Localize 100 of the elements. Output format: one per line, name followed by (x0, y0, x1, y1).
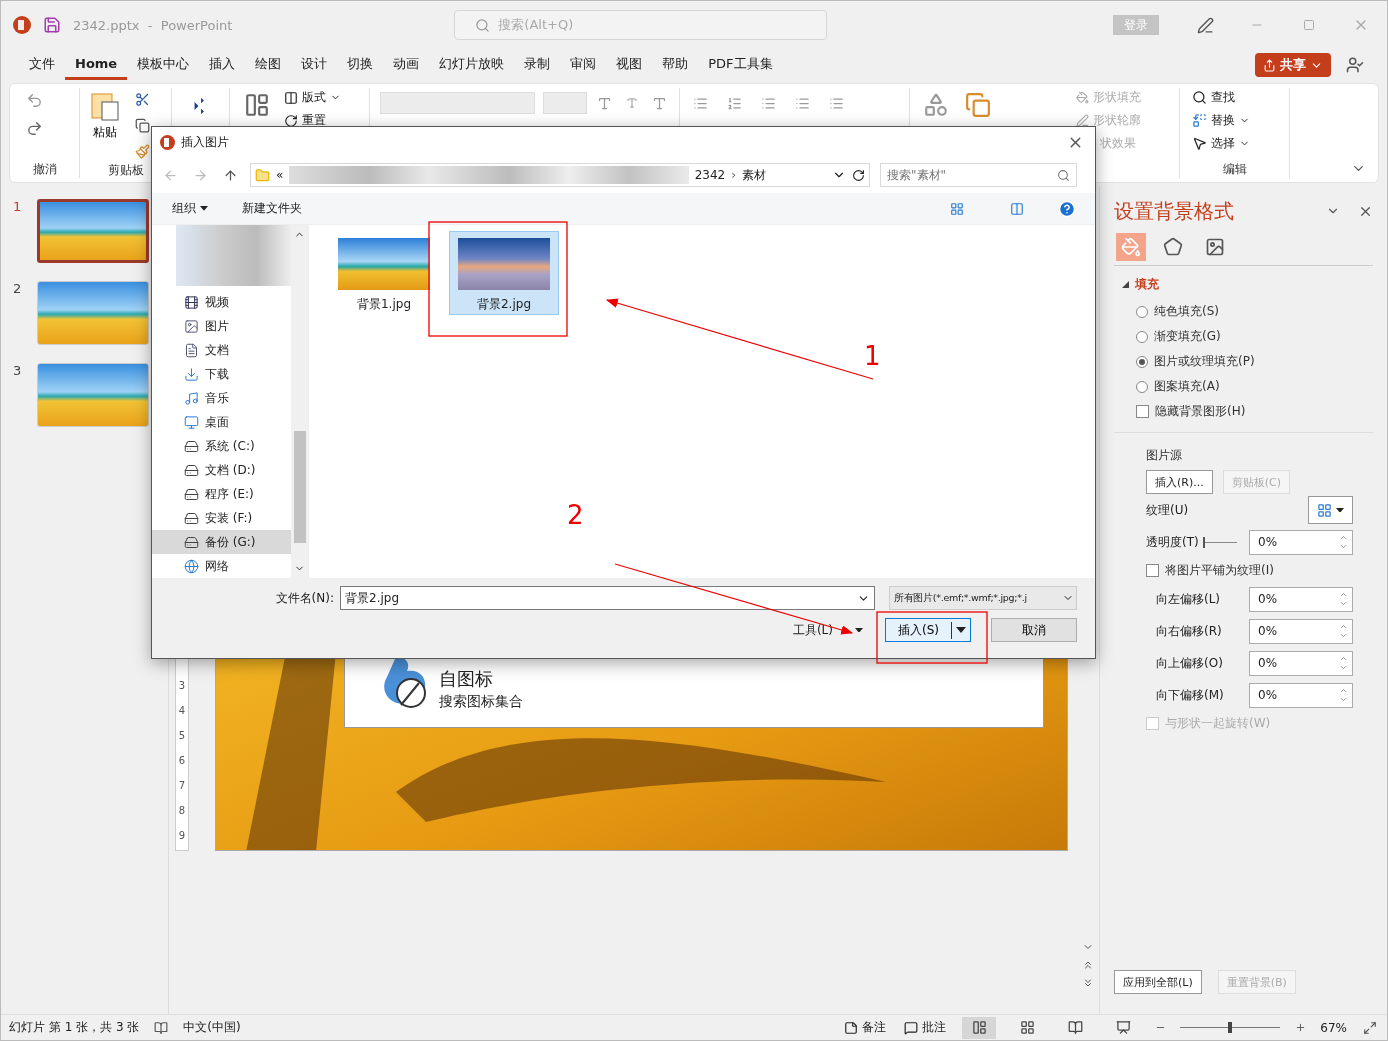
offset-field[interactable]: 0% (1249, 682, 1353, 708)
picture-icon (1205, 237, 1225, 257)
pointer-icon (1192, 136, 1207, 151)
menu-tab[interactable]: 切换 (337, 50, 384, 80)
offset-field[interactable]: 0% (1249, 650, 1353, 676)
menu-tab[interactable]: Home (65, 50, 128, 80)
search-icon (475, 17, 491, 33)
new-folder-button[interactable]: 新建文件夹 (240, 199, 304, 218)
hide-graphics-checkbox[interactable]: 隐藏背景图形(H) (1114, 399, 1373, 424)
tile-checkbox[interactable]: 将图片平铺为纹理(I) (1114, 558, 1373, 583)
menu-tab[interactable]: 审阅 (560, 50, 607, 80)
field-label: 向右偏移(R) (1156, 622, 1222, 640)
fill-radio[interactable]: 图片或纹理填充(P) (1114, 349, 1373, 374)
menu-tab[interactable]: PDF工具集 (698, 50, 783, 80)
refresh-icon (852, 168, 865, 182)
caret-icon (1336, 507, 1344, 513)
file-name-label: 文件名(N): (275, 589, 334, 607)
menu-tab[interactable]: 文件 (19, 50, 65, 80)
field-label: 向上偏移(O) (1156, 654, 1223, 672)
file-name-field[interactable]: 背景2.jpg (340, 586, 875, 610)
select-button[interactable]: 选择 (1190, 134, 1252, 153)
cancel-button[interactable]: 取消 (991, 618, 1077, 642)
scrollbar-thumb[interactable] (293, 430, 306, 543)
texture-dropdown[interactable] (1308, 496, 1353, 524)
menu-tab[interactable]: 设计 (291, 50, 338, 80)
spelling-icon[interactable] (153, 1019, 170, 1036)
paste-button[interactable]: 粘贴 (90, 88, 120, 162)
menu-tab[interactable]: 录制 (514, 50, 561, 80)
nav-item[interactable]: 备份 (G:) (152, 530, 291, 554)
menu-tab[interactable]: 视图 (606, 50, 653, 80)
nav-item[interactable]: 视频 (152, 290, 291, 314)
menu-tab[interactable]: 帮助 (652, 50, 699, 80)
pentagon-icon (1163, 237, 1183, 257)
drive-icon (184, 510, 199, 526)
fill-radio[interactable]: 渐变填充(G) (1114, 324, 1373, 349)
pane-title: 设置背景格式 (1114, 197, 1234, 225)
folder-name: 2342 (694, 168, 726, 182)
document-title: 2342.pptx - PowerPoint (73, 17, 233, 33)
slide-title: 自图标 (439, 667, 493, 691)
offset-field[interactable]: 0% (1249, 586, 1353, 612)
path-separator: › (731, 168, 736, 182)
offset-field[interactable]: 0% (1249, 618, 1353, 644)
notes-button[interactable]: 备注 (842, 1018, 889, 1037)
share-icon (1263, 58, 1276, 72)
menu-tab[interactable]: 幻灯片放映 (429, 50, 515, 80)
drive-icon (184, 534, 199, 550)
font-size-field[interactable] (542, 92, 588, 114)
fill-section-header[interactable]: 填充 (1114, 266, 1373, 299)
dialog-title: 插入图片 (181, 133, 229, 151)
spinner-icon (1339, 654, 1348, 672)
search-field[interactable]: 搜索"素材" (880, 163, 1077, 187)
field-label: 向下偏移(M) (1156, 686, 1224, 704)
file-item[interactable]: 背景2.jpg (449, 231, 559, 315)
menu-tab[interactable]: 绘图 (245, 50, 292, 80)
group-label: 编辑 (1221, 161, 1248, 178)
normal-view-icon[interactable] (962, 1016, 997, 1039)
file-item[interactable]: 背景1.jpg (329, 231, 439, 315)
menu-tab[interactable]: 模板中心 (127, 50, 200, 80)
menu-tab[interactable]: 插入 (199, 50, 246, 80)
expand-triangle-icon (1122, 281, 1129, 288)
scrollbar[interactable] (291, 225, 308, 578)
view-glyph-icon (1019, 1020, 1035, 1035)
reset-button[interactable]: 重置 (282, 111, 328, 130)
slide-thumbnail[interactable] (37, 199, 149, 263)
find-button[interactable]: 查找 (1190, 88, 1237, 107)
share-button[interactable]: 共享 (1255, 53, 1331, 77)
insert-picture-button[interactable]: 插入(R)... (1146, 470, 1213, 494)
address-bar[interactable]: « 2342 › 素材 (250, 163, 870, 187)
comments-button[interactable]: 批注 (902, 1018, 949, 1037)
tools-button[interactable]: 工具(L) (790, 620, 865, 640)
layout-button[interactable]: 版式 (282, 88, 343, 107)
group-label: 撤消 (31, 161, 58, 178)
transparency-field[interactable]: 0% (1249, 529, 1353, 555)
drive-icon (184, 462, 199, 478)
search-icon (1057, 168, 1070, 182)
fill-radio[interactable]: 图案填充(A) (1114, 374, 1373, 399)
folder-icon (255, 167, 270, 183)
nav-item[interactable]: 文档 (152, 338, 291, 362)
apply-all-button[interactable]: 应用到全部(L) (1114, 970, 1202, 994)
menu-tab[interactable]: 动画 (383, 50, 430, 80)
field-label: 透明度(T) (1146, 533, 1199, 551)
language-label: 中文(中国) (183, 1019, 241, 1036)
slide-count: 幻灯片 第 1 张，共 3 张 (9, 1019, 140, 1036)
slide-number: 2 (13, 281, 23, 296)
replace-button[interactable]: 替换 (1190, 111, 1252, 130)
insert-button[interactable]: 插入(S) (885, 618, 971, 642)
fill-radio[interactable]: 纯色填充(S) (1114, 299, 1373, 324)
music-note-icon (184, 390, 199, 406)
path-prefix: « (276, 168, 284, 182)
speech-bubble-icon (904, 1020, 919, 1035)
file-type-dropdown[interactable]: 所有图片(*.emf;*.wmf;*.jpg;*.j (889, 586, 1077, 610)
picture-icon (184, 318, 199, 334)
view-glyph-icon (1115, 1020, 1131, 1035)
organize-button[interactable]: 组织 (170, 199, 210, 218)
app-logo-icon (160, 134, 175, 150)
save-icon[interactable] (43, 16, 61, 34)
group-label: 剪贴板 (106, 162, 145, 179)
caret-icon (956, 627, 966, 633)
nav-item[interactable]: 图片 (152, 314, 291, 338)
font-name-field[interactable] (380, 92, 535, 114)
